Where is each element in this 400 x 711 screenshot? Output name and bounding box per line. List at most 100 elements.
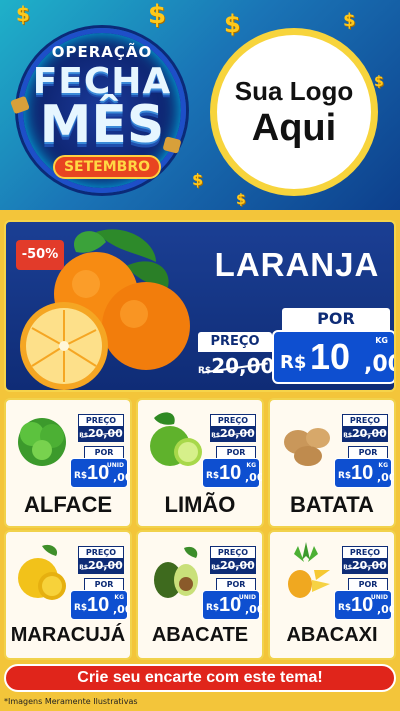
new-price: R$ 10 ,00 KG (70, 590, 130, 620)
old-price-value: 20,00 (211, 354, 275, 378)
preco-label: PREÇO (342, 414, 388, 426)
product-name: ABACAXI (286, 624, 378, 646)
por-label: POR (282, 308, 390, 330)
old-price-value: 20,00 (352, 559, 387, 572)
passion-fruit-image (18, 544, 66, 600)
dollar-icon: $ (148, 0, 167, 30)
new-price-cents: ,00 (364, 352, 394, 377)
product-name: MARACUJÁ (10, 624, 126, 646)
new-price-currency: R$ (206, 471, 220, 481)
preco-label: PREÇO (210, 546, 256, 558)
logo-placeholder[interactable]: Sua Logo Aqui (210, 28, 378, 196)
avocado-image (154, 546, 198, 598)
dollar-icon: $ (236, 192, 246, 208)
por-label: POR (348, 578, 388, 590)
new-price-currency: R$ (74, 603, 88, 613)
product-card[interactable]: PREÇO R$20,00 POR R$ 10 ,00 KG MARACUJÁ (4, 530, 132, 660)
old-price-currency: R$ (198, 366, 212, 376)
old-price-currency: R$ (211, 432, 220, 439)
discount-badge: -50% (16, 240, 64, 270)
product-name: ABACATE (151, 624, 249, 646)
old-price-currency: R$ (79, 564, 88, 571)
badge-month-ribbon: SETEMBRO (53, 155, 161, 179)
old-price: R$20,00 (342, 426, 388, 442)
old-price-value: 20,00 (88, 559, 123, 572)
new-price-currency: R$ (338, 471, 352, 481)
new-price-unit: UNID (106, 462, 124, 469)
new-price: R$ 10 ,00 KG (202, 458, 262, 488)
product-name: ALFACE (24, 492, 112, 517)
old-price-value: 20,00 (220, 559, 255, 572)
new-price-currency: R$ (280, 352, 307, 373)
potato-image (284, 428, 330, 466)
old-price: R$20,00 (78, 426, 124, 442)
new-price-unit: UNID (370, 594, 388, 601)
operacao-fecha-mes-badge: OPERAÇÃO FECHA MÊS SETEMBRO (18, 28, 186, 193)
product-card[interactable]: PREÇO R$20,00 POR R$ 10 ,00 UNID ABACATE (136, 530, 264, 660)
new-price: R$ 10 ,00 UNID (334, 590, 394, 620)
new-price-cents: ,00 (113, 471, 132, 484)
new-price-unit: KG (114, 594, 124, 601)
new-price-integer: 10 (351, 462, 374, 484)
new-price-currency: R$ (338, 603, 352, 613)
product-card[interactable]: PREÇO R$20,00 POR R$ 10 ,00 KG LIMÃO (136, 398, 264, 528)
preco-label: PREÇO (78, 414, 124, 426)
product-card[interactable]: PREÇO R$20,00 POR R$ 10 ,00 UNID ALFACE (4, 398, 132, 528)
dollar-icon: $ (16, 2, 30, 26)
new-price-cents: ,00 (245, 603, 264, 616)
product-card[interactable]: PREÇO R$20,00 POR R$ 10 ,00 UNID ABACAXI (268, 530, 396, 660)
product-name: BATATA (290, 492, 374, 517)
preco-label: PREÇO (342, 546, 388, 558)
logo-line1: Sua Logo (234, 75, 354, 106)
new-price-currency: R$ (74, 471, 88, 481)
preco-label: PREÇO (78, 546, 124, 558)
new-price: R$ 10 ,00 UNID (70, 458, 130, 488)
header: $ $ $ $ $ $ $ $ $ OPERAÇÃO FECHA MÊS SET… (0, 0, 400, 210)
logo-line2: Aqui (251, 106, 337, 149)
old-price: R$20,00 (78, 558, 124, 574)
new-price-integer: 10 (219, 462, 242, 484)
dollar-icon: $ (374, 74, 384, 90)
new-price-unit: KG (375, 336, 388, 345)
dollar-icon: $ (192, 170, 204, 189)
product-card[interactable]: PREÇO R$20,00 POR R$ 10 ,00 KG BATATA (268, 398, 396, 528)
featured-product-name: LARANJA (214, 246, 380, 283)
new-price-integer: 10 (87, 594, 110, 616)
featured-offer-card[interactable]: -50% LARANJA PREÇO R$20,00 POR R$ 10 ,00… (4, 220, 396, 392)
dollar-icon: $ (343, 10, 356, 31)
new-price-currency: R$ (206, 603, 220, 613)
new-price-cents: ,00 (245, 471, 264, 484)
badge-mes-text: MÊS (39, 95, 165, 155)
lettuce-image (18, 418, 66, 466)
cta-banner[interactable]: Crie seu encarte com este tema! (4, 664, 396, 692)
lime-image (150, 412, 202, 466)
old-price-currency: R$ (79, 432, 88, 439)
preco-label: PREÇO (198, 332, 272, 352)
new-price-unit: KG (246, 462, 256, 469)
new-price-unit: UNID (238, 594, 256, 601)
new-price-unit: KG (378, 462, 388, 469)
new-price-cents: ,00 (113, 603, 132, 616)
new-price: R$ 10 ,00 KG (272, 330, 394, 384)
por-label: POR (216, 446, 256, 458)
old-price-currency: R$ (211, 564, 220, 571)
por-label: POR (84, 446, 124, 458)
old-price-currency: R$ (343, 432, 352, 439)
new-price: R$ 10 ,00 KG (334, 458, 394, 488)
badge-top-text: OPERAÇÃO (51, 43, 153, 61)
old-price: R$20,00 (210, 558, 256, 574)
old-price: R$20,00 (198, 352, 275, 380)
old-price: R$20,00 (342, 558, 388, 574)
pineapple-image (288, 542, 330, 598)
por-label: POR (348, 446, 388, 458)
old-price-currency: R$ (343, 564, 352, 571)
dollar-icon: $ (224, 10, 241, 38)
new-price-integer: 10 (310, 336, 351, 377)
old-price-value: 20,00 (220, 427, 255, 440)
por-label: POR (84, 578, 124, 590)
preco-label: PREÇO (210, 414, 256, 426)
por-label: POR (216, 578, 256, 590)
old-price-value: 20,00 (88, 427, 123, 440)
product-name: LIMÃO (164, 492, 236, 517)
new-price-cents: ,00 (377, 603, 396, 616)
